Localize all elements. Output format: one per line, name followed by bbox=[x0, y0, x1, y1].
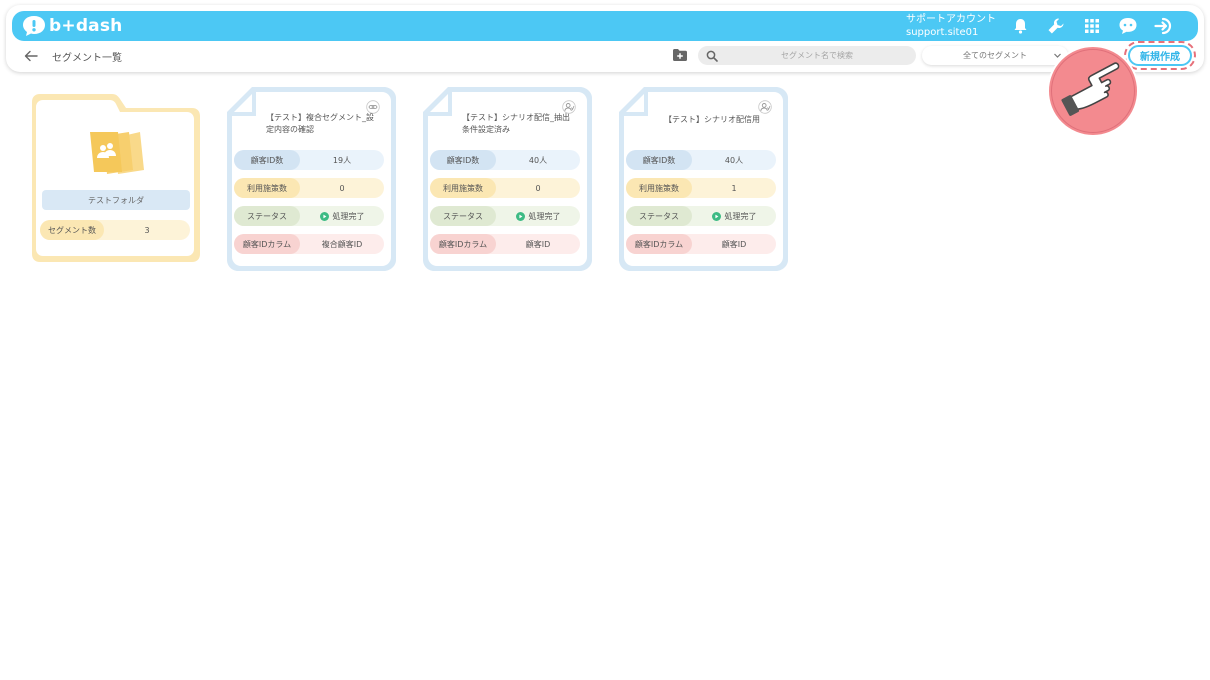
segment-title: 【テスト】シナリオ配信_抽出条件設定済み bbox=[462, 113, 570, 134]
id-column-row: 顧客IDカラム 顧客ID bbox=[430, 234, 580, 254]
stat-label: 顧客ID数 bbox=[234, 150, 300, 170]
measure-count-row: 利用施策数 0 bbox=[234, 178, 384, 198]
customer-id-count-row: 顧客ID数 40人 bbox=[430, 150, 580, 170]
status-value: 処理完了 bbox=[528, 211, 561, 221]
sub-toolbar: セグメント一覧 全てのセグメント 新規作成 bbox=[6, 41, 1204, 70]
folder-segment-count: セグメント数 3 bbox=[40, 220, 190, 240]
logout-icon[interactable] bbox=[1154, 16, 1174, 36]
segment-title: 【テスト】シナリオ配信用 bbox=[664, 115, 760, 124]
segment-card[interactable]: 【テスト】シナリオ配信用 顧客ID数 40人 利用施策数 1 ステータス 処理完… bbox=[616, 84, 792, 272]
stat-value: 0 bbox=[535, 183, 541, 193]
folder-card[interactable]: テストフォルダ セグメント数 3 bbox=[28, 90, 204, 266]
wrench-icon[interactable] bbox=[1046, 16, 1066, 36]
chat-support-icon[interactable] bbox=[1118, 16, 1138, 36]
stat-value: 3 bbox=[144, 225, 150, 235]
status-value: 処理完了 bbox=[724, 211, 757, 221]
stat-label: 顧客ID数 bbox=[430, 150, 496, 170]
customer-id-count-row: 顧客ID数 19人 bbox=[234, 150, 384, 170]
id-column-row: 顧客IDカラム 複合顧客ID bbox=[234, 234, 384, 254]
status-row: ステータス 処理完了 bbox=[234, 206, 384, 226]
segment-filter-value: 全てのセグメント bbox=[963, 51, 1027, 60]
stat-label: 顧客ID数 bbox=[626, 150, 692, 170]
stat-label: ステータス bbox=[626, 206, 692, 226]
stat-value: 顧客ID bbox=[525, 239, 551, 249]
folder-name: テストフォルダ bbox=[42, 190, 190, 210]
search-icon bbox=[706, 50, 718, 62]
logo[interactable]: b+dash bbox=[22, 14, 122, 38]
back-arrow-icon[interactable] bbox=[24, 50, 38, 62]
folder-add-icon[interactable] bbox=[672, 48, 688, 62]
play-circle-icon bbox=[711, 211, 721, 221]
folder-people-icon bbox=[90, 132, 144, 174]
stat-label: 顧客IDカラム bbox=[430, 234, 496, 254]
stat-value: 0 bbox=[339, 183, 345, 193]
bell-icon[interactable] bbox=[1010, 16, 1030, 36]
stat-value: 顧客ID bbox=[721, 239, 747, 249]
measure-count-row: 利用施策数 1 bbox=[626, 178, 776, 198]
stat-label: セグメント数 bbox=[40, 220, 104, 240]
stat-label: ステータス bbox=[234, 206, 300, 226]
stat-label: 利用施策数 bbox=[430, 178, 496, 198]
user-icon bbox=[758, 100, 772, 114]
segment-title: 【テスト】複合セグメント_設定内容の確認 bbox=[266, 113, 374, 134]
measure-count-row: 利用施策数 0 bbox=[430, 178, 580, 198]
id-column-row: 顧客IDカラム 顧客ID bbox=[626, 234, 776, 254]
stat-label: 顧客IDカラム bbox=[626, 234, 692, 254]
page-title: セグメント一覧 bbox=[52, 53, 122, 64]
stat-value: 1 bbox=[731, 183, 737, 193]
status-row: ステータス 処理完了 bbox=[626, 206, 776, 226]
play-circle-icon bbox=[319, 211, 329, 221]
segment-card[interactable]: 【テスト】シナリオ配信_抽出条件設定済み 顧客ID数 40人 利用施策数 0 ス… bbox=[420, 84, 596, 272]
status-row: ステータス 処理完了 bbox=[430, 206, 580, 226]
stat-label: 顧客IDカラム bbox=[234, 234, 300, 254]
search-input[interactable] bbox=[698, 46, 916, 65]
stat-value: 40人 bbox=[528, 155, 548, 165]
stat-label: 利用施策数 bbox=[626, 178, 692, 198]
logo-bubble-icon bbox=[23, 16, 45, 36]
stat-label: 利用施策数 bbox=[234, 178, 300, 198]
play-circle-icon bbox=[515, 211, 525, 221]
top-header: b+dash サポートアカウント support.site01 bbox=[12, 11, 1198, 41]
pointing-hand-icon bbox=[1047, 45, 1139, 137]
stat-value: 複合顧客ID bbox=[321, 239, 363, 249]
customer-id-count-row: 顧客ID数 40人 bbox=[626, 150, 776, 170]
account-site: support.site01 bbox=[906, 27, 979, 38]
account-info[interactable]: サポートアカウント support.site01 bbox=[906, 13, 996, 39]
account-name: サポートアカウント bbox=[906, 14, 996, 25]
segment-card[interactable]: 【テスト】複合セグメント_設定内容の確認 顧客ID数 19人 利用施策数 0 ス… bbox=[224, 84, 400, 272]
grid-icon[interactable] bbox=[1082, 16, 1102, 36]
stat-label: ステータス bbox=[430, 206, 496, 226]
logo-text: b+dash bbox=[49, 16, 123, 36]
status-value: 処理完了 bbox=[332, 211, 365, 221]
stat-value: 19人 bbox=[332, 155, 352, 165]
stat-value: 40人 bbox=[724, 155, 744, 165]
